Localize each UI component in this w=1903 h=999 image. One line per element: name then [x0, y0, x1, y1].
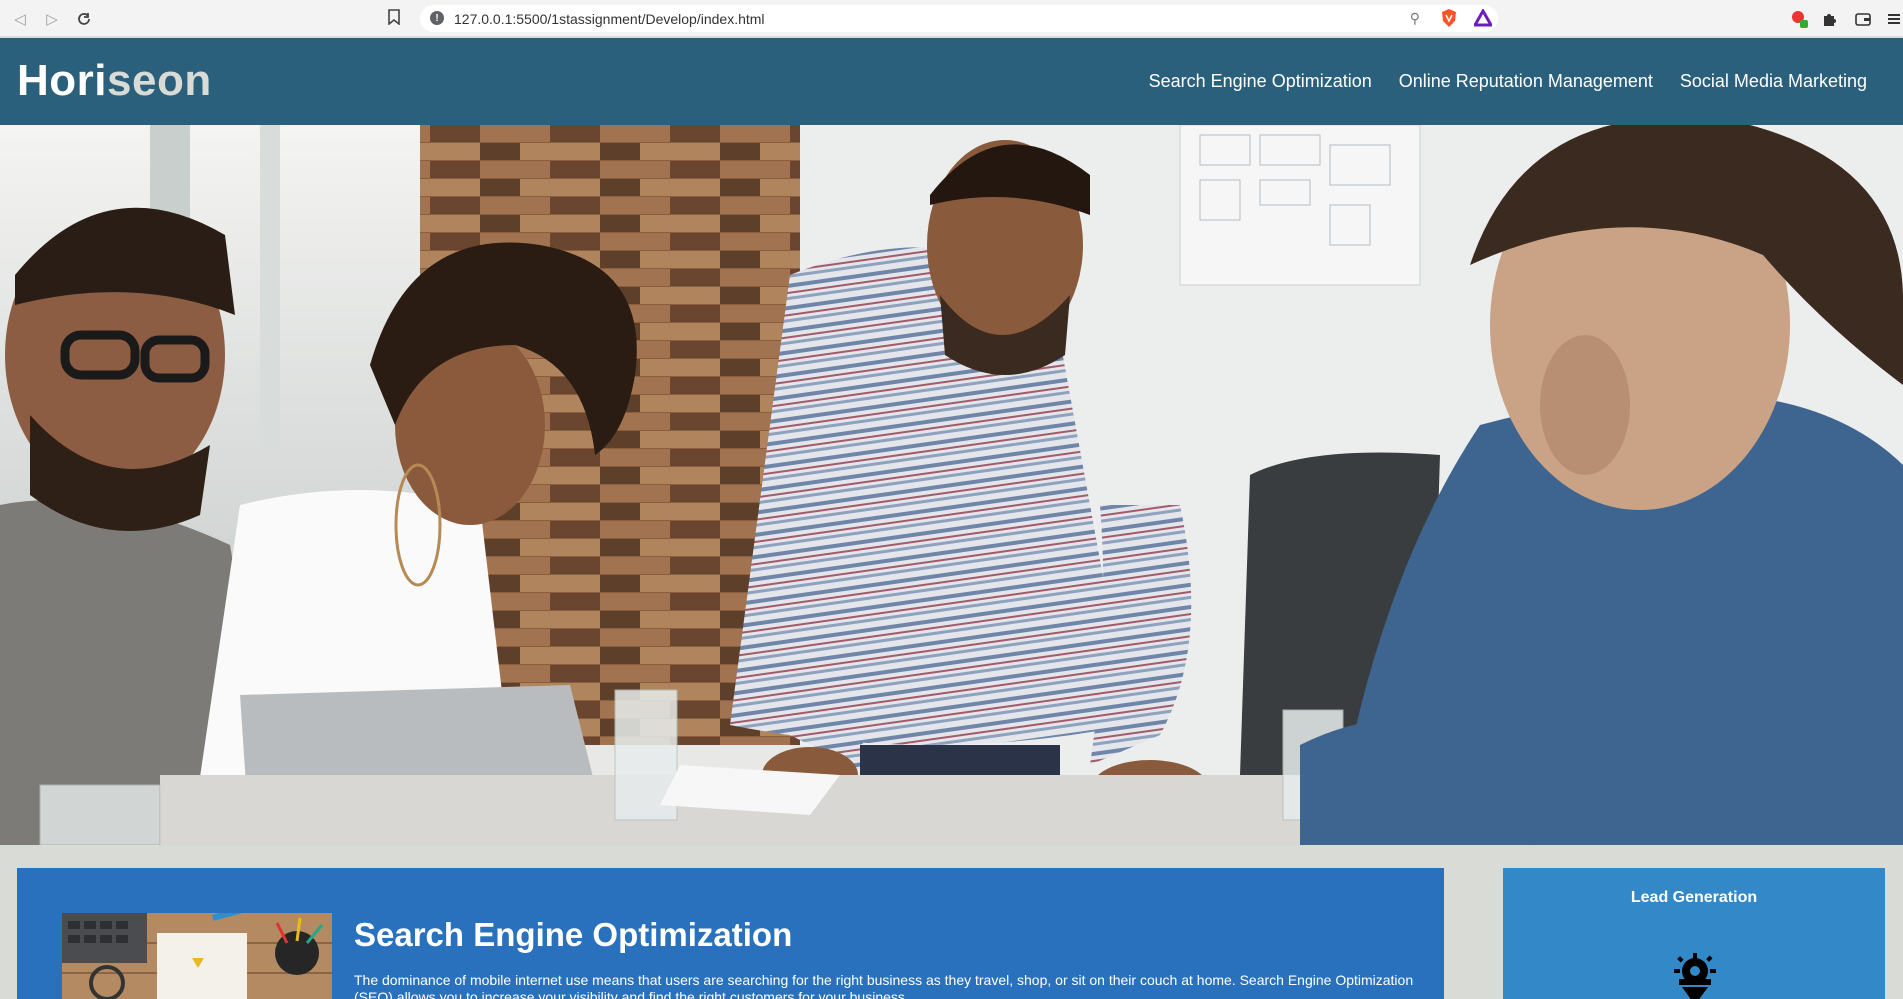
nav-link-reputation[interactable]: Online Reputation Management — [1399, 71, 1653, 92]
menu-icon[interactable] — [1883, 8, 1903, 30]
site-logo[interactable]: Horiseon — [17, 56, 212, 106]
puzzle-extensions-icon[interactable] — [1818, 8, 1840, 30]
wallet-icon[interactable] — [1852, 8, 1874, 30]
zoom-icon[interactable]: ⚲ — [1410, 10, 1420, 27]
extension-badge-icon[interactable] — [1789, 8, 1811, 30]
lead-generation-icon — [1674, 953, 1716, 999]
browser-toolbar: ◁ ▷ ! 127.0.0.1:5500/1stassignment/Devel… — [0, 0, 1903, 37]
brave-shield-icon[interactable] — [1438, 7, 1460, 29]
site-header: Horiseon Search Engine Optimization Onli… — [0, 38, 1903, 125]
logo-accent: seon — [107, 56, 212, 105]
back-arrow-icon[interactable]: ◁ — [10, 9, 30, 29]
nav-link-seo[interactable]: Search Engine Optimization — [1149, 71, 1372, 92]
address-bar[interactable]: ! 127.0.0.1:5500/1stassignment/Develop/i… — [420, 5, 1498, 32]
seo-paragraph: The dominance of mobile internet use mea… — [354, 972, 1414, 999]
main-nav: Search Engine Optimization Online Reputa… — [1149, 71, 1867, 92]
lead-generation-card: Lead Generation — [1503, 868, 1885, 999]
nav-link-social[interactable]: Social Media Marketing — [1680, 71, 1867, 92]
brave-rewards-icon[interactable] — [1472, 7, 1494, 29]
hero-image — [0, 125, 1903, 845]
logo-main: Hori — [17, 56, 107, 105]
forward-arrow-icon[interactable]: ▷ — [42, 9, 62, 29]
seo-section: Search Engine Optimization The dominance… — [17, 868, 1444, 999]
info-icon[interactable]: ! — [430, 11, 444, 25]
bookmark-icon[interactable] — [388, 9, 404, 29]
seo-image — [62, 913, 332, 999]
seo-heading: Search Engine Optimization — [354, 916, 793, 953]
lead-generation-heading: Lead Generation — [1630, 889, 1758, 906]
reload-icon[interactable] — [74, 9, 94, 29]
url-text[interactable]: 127.0.0.1:5500/1stassignment/Develop/ind… — [454, 11, 765, 27]
